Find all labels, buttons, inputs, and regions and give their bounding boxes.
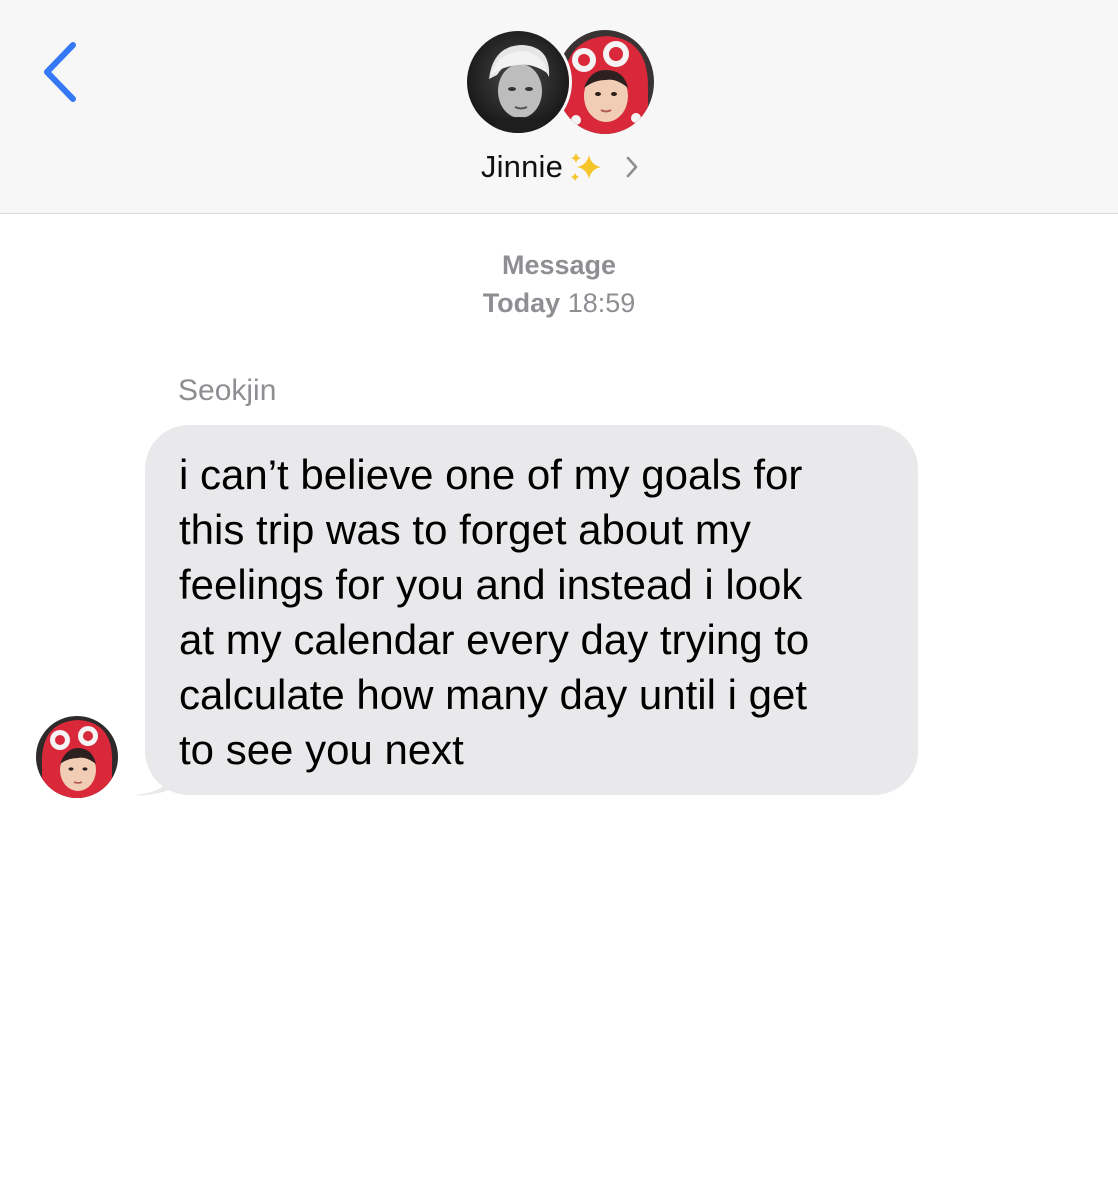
timestamp-day: Today <box>482 288 561 318</box>
sender-avatar[interactable] <box>36 716 118 798</box>
chevron-left-icon <box>44 42 76 102</box>
message-text: i can’t believe one of my goals for this… <box>179 451 810 773</box>
timestamp: Today 18:59 <box>0 282 1118 324</box>
timestamp-time: 18:59 <box>567 288 636 318</box>
sparkles-icon <box>567 149 607 185</box>
contact-name: Jinnie <box>480 149 564 184</box>
back-button[interactable] <box>30 34 90 110</box>
service-label: Message <box>501 250 617 280</box>
message-bubble[interactable]: i can’t believe one of my goals for this… <box>145 425 918 795</box>
contact-title[interactable]: Jinnie <box>440 144 680 190</box>
contact-avatar-primary[interactable] <box>464 28 572 136</box>
conversation-header: Jinnie <box>0 0 1118 214</box>
conversation-timestamp: Message Today 18:59 <box>0 248 1118 324</box>
sender-name: Seokjin <box>178 374 277 407</box>
chevron-right-icon <box>625 155 639 179</box>
